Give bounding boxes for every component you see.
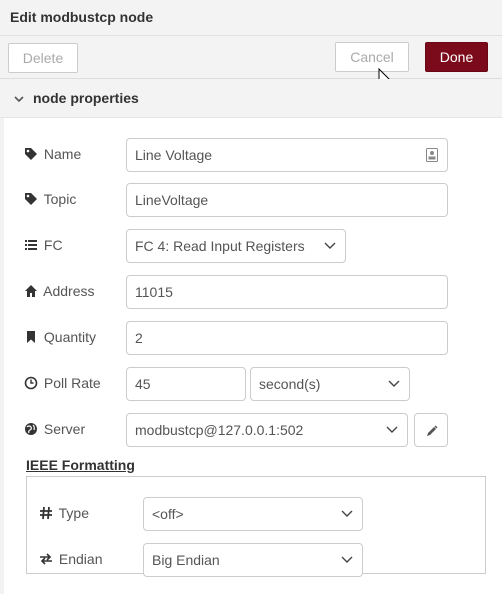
chevron-down-icon [341, 510, 353, 517]
ieee-formatting-title: IEEE Formatting [26, 457, 135, 473]
topic-label-text: Topic [43, 191, 77, 207]
poll-rate-value: 45 [135, 376, 151, 392]
bookmark-icon [27, 331, 35, 343]
topic-value: LineVoltage [135, 192, 209, 208]
poll-rate-label: Poll Rate [24, 375, 101, 391]
chevron-down-icon [388, 380, 400, 387]
ieee-formatting-group: Type <off> Endian Big Endian [26, 476, 486, 577]
chevron-down-icon [14, 96, 24, 103]
ieee-endian-row: Endian Big Endian [27, 543, 483, 577]
name-value: Line Voltage [135, 147, 213, 163]
address-label-text: Address [43, 283, 95, 299]
dialog-title: Edit modbustcp node [10, 9, 154, 25]
ieee-type-label: Type [39, 505, 89, 521]
name-label: Name [24, 146, 81, 162]
server-row: Server modbustcp@127.0.0.1:502 [4, 413, 502, 447]
quantity-label-text: Quantity [43, 329, 97, 345]
properties-panel: Name Line Voltage Topic LineVoltage FC F… [0, 118, 502, 594]
node-properties-header[interactable]: node properties [0, 79, 502, 118]
tag-icon [25, 193, 37, 205]
clock-icon [24, 376, 38, 390]
cancel-button[interactable]: Cancel [335, 42, 409, 72]
exchange-icon [40, 553, 52, 565]
pencil-icon [427, 425, 438, 436]
fc-label: FC [24, 237, 63, 253]
poll-rate-label-text: Poll Rate [43, 375, 101, 391]
topic-input[interactable]: LineVoltage [126, 183, 448, 217]
poll-rate-row: Poll Rate 45 second(s) [4, 367, 502, 401]
topic-label: Topic [24, 191, 76, 207]
globe-icon [25, 423, 37, 435]
quantity-value: 2 [135, 330, 143, 346]
section-label: node properties [33, 90, 139, 106]
chevron-down-icon [386, 426, 398, 433]
ieee-type-select[interactable]: <off> [143, 497, 363, 531]
fc-select[interactable]: FC 4: Read Input Registers [126, 229, 346, 263]
quantity-input[interactable]: 2 [126, 321, 448, 355]
ieee-type-label-text: Type [58, 505, 89, 521]
fc-row: FC FC 4: Read Input Registers [4, 229, 502, 263]
home-icon [25, 285, 37, 297]
chevron-down-icon [324, 242, 336, 249]
ieee-type-value: <off> [152, 506, 184, 522]
poll-rate-unit-select[interactable]: second(s) [250, 367, 410, 401]
quantity-label: Quantity [24, 329, 96, 345]
contact-card-icon[interactable] [426, 148, 438, 162]
quantity-row: Quantity 2 [4, 321, 502, 355]
poll-rate-input[interactable]: 45 [126, 367, 246, 401]
ieee-endian-label-text: Endian [58, 551, 103, 567]
name-input[interactable]: Line Voltage [126, 138, 448, 172]
dialog-toolbar: Delete Cancel Done [0, 36, 502, 79]
ieee-endian-value: Big Endian [152, 552, 220, 568]
edit-server-button[interactable] [414, 413, 448, 447]
tag-icon [25, 148, 37, 160]
server-value: modbustcp@127.0.0.1:502 [135, 422, 304, 438]
ieee-endian-label: Endian [39, 551, 102, 567]
address-label: Address [24, 283, 94, 299]
dialog-titlebar: Edit modbustcp node [0, 0, 502, 36]
chevron-down-icon [341, 556, 353, 563]
hash-icon [40, 506, 52, 520]
address-input[interactable]: 11015 [126, 275, 448, 309]
ieee-endian-select[interactable]: Big Endian [143, 543, 363, 577]
name-row: Name Line Voltage [4, 138, 502, 172]
server-label: Server [24, 421, 85, 437]
delete-button[interactable]: Delete [8, 43, 78, 73]
fc-label-text: FC [43, 237, 63, 253]
poll-rate-unit: second(s) [259, 376, 321, 392]
list-icon [25, 240, 37, 250]
server-select[interactable]: modbustcp@127.0.0.1:502 [126, 413, 408, 447]
server-label-text: Server [43, 421, 86, 437]
done-button[interactable]: Done [425, 42, 488, 72]
address-row: Address 11015 [4, 275, 502, 309]
name-label-text: Name [43, 146, 82, 162]
fc-value: FC 4: Read Input Registers [135, 238, 305, 254]
topic-row: Topic LineVoltage [4, 183, 502, 217]
address-value: 11015 [135, 284, 173, 300]
ieee-type-row: Type <off> [27, 497, 483, 531]
